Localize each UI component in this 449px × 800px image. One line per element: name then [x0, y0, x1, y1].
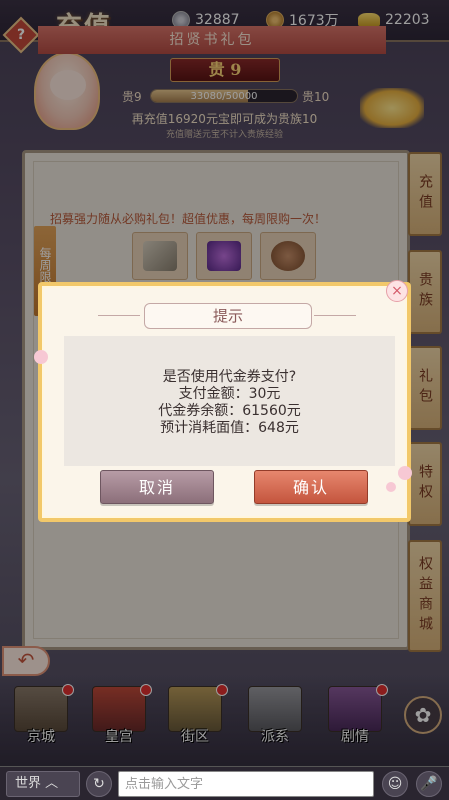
channel-selector[interactable]: 世界 ︿ — [6, 771, 80, 797]
dialog-body: 是否使用代金券支付? 支付金额：30元 代金券余额：61560元 预计消耗面值：… — [64, 336, 395, 466]
chat-input[interactable] — [118, 771, 374, 797]
payment-confirm-dialog: 提示 是否使用代金券支付? 支付金额：30元 代金券余额：61560元 预计消耗… — [34, 280, 412, 522]
confirm-button[interactable]: 确认 — [254, 470, 368, 504]
history-icon[interactable]: ↻ — [86, 771, 112, 797]
blossom-decoration-icon — [386, 482, 396, 492]
blossom-decoration-icon — [398, 466, 412, 480]
estimated-cost: 预计消耗面值：648元 — [160, 420, 299, 436]
cancel-button[interactable]: 取消 — [100, 470, 214, 504]
close-icon[interactable]: × — [386, 280, 408, 302]
microphone-icon[interactable]: 🎤 — [416, 771, 442, 797]
blossom-decoration-icon — [34, 350, 48, 364]
emoji-icon[interactable]: ☺ — [382, 771, 408, 797]
dialog-title: 提示 — [144, 303, 312, 329]
chat-bar: 世界 ︿ ↻ ☺ 🎤 — [0, 766, 449, 800]
